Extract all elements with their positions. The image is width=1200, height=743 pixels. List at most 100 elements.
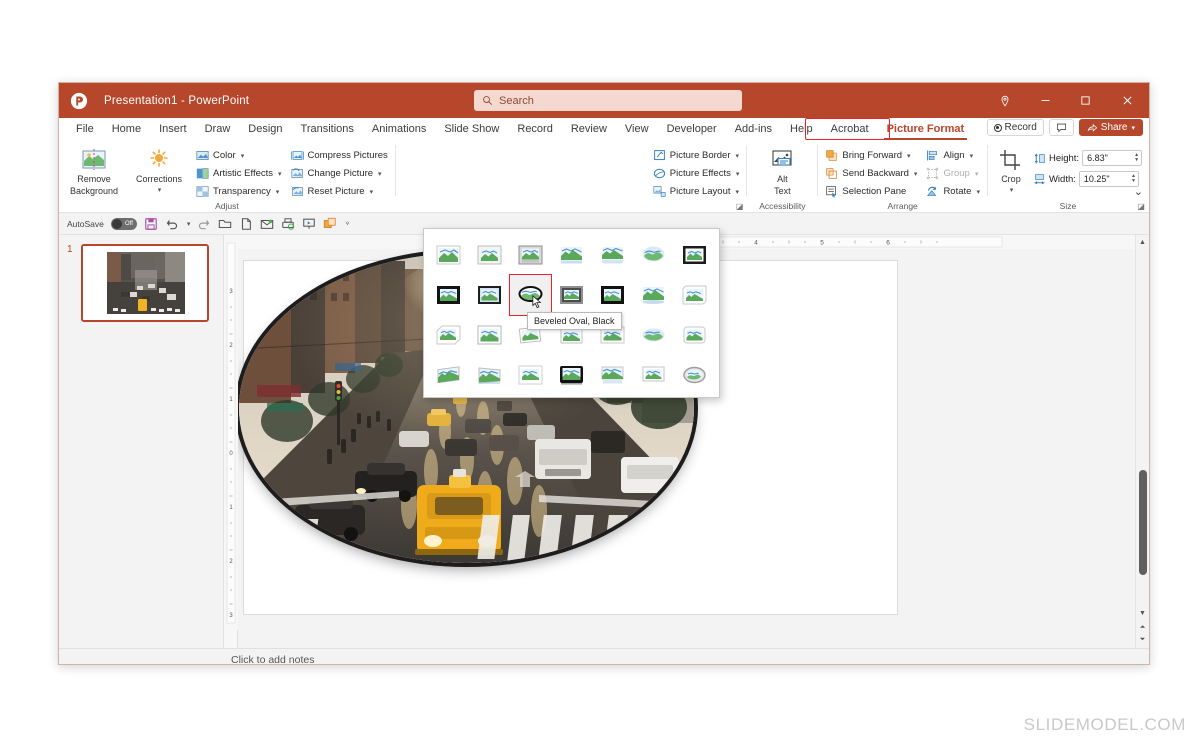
artistic-effects-button[interactable]: Artistic Effects ▾ (193, 165, 285, 182)
style-snip-diagonal-corner-white[interactable] (428, 315, 469, 355)
close-button[interactable] (1105, 83, 1149, 118)
location-pin-icon[interactable] (985, 83, 1025, 118)
share-button[interactable]: Share ▾ (1078, 119, 1143, 136)
tab-file[interactable]: File (67, 118, 103, 141)
undo-icon[interactable] (165, 217, 179, 231)
style-soft-edge-oval[interactable] (633, 235, 674, 275)
style-relaxed-perspective-white[interactable] (469, 355, 510, 395)
style-moderate-frame-black[interactable] (592, 275, 633, 315)
crop-button[interactable]: Crop ▾ (992, 145, 1030, 196)
customize-qat-icon[interactable]: ⩒ (345, 220, 349, 228)
new-icon[interactable] (239, 217, 253, 231)
align-button[interactable]: Align ▾ (923, 147, 983, 164)
remove-background-button[interactable]: Remove Background (63, 145, 125, 196)
style-center-shadow-rectangle[interactable] (633, 275, 674, 315)
tab-record[interactable]: Record (508, 118, 561, 141)
width-spinner[interactable]: ▲ ▼ (1131, 174, 1136, 184)
transparency-button[interactable]: Transparency ▾ (193, 183, 285, 200)
email-icon[interactable] (260, 217, 274, 231)
picture-styles-gallery[interactable]: Beveled Oval, Black (423, 228, 720, 398)
slide-thumbnail-1[interactable] (81, 244, 209, 322)
height-spinner[interactable]: ▲ ▼ (1134, 153, 1139, 163)
style-rotated-white[interactable] (674, 315, 715, 355)
notes-pane[interactable]: Click to add notes (59, 648, 1149, 664)
tab-view[interactable]: View (616, 118, 658, 141)
style-soft-edge-oval-2[interactable] (633, 315, 674, 355)
corrections-button[interactable]: Corrections ▾ (128, 145, 190, 196)
style-rounded-diagonal-corner-white[interactable] (674, 275, 715, 315)
picture-border-button[interactable]: Picture Border ▾ (650, 147, 743, 164)
tab-review[interactable]: Review (562, 118, 616, 141)
style-drop-shadow-rectangle[interactable] (551, 235, 592, 275)
tab-slide-show[interactable]: Slide Show (435, 118, 508, 141)
start-slideshow-icon[interactable] (302, 217, 316, 231)
style-bevel-rectangle[interactable] (428, 275, 469, 315)
save-icon[interactable] (144, 217, 158, 231)
minimize-button[interactable] (1025, 83, 1065, 118)
style-perspective-shadow-white[interactable] (674, 235, 715, 275)
maximize-button[interactable] (1065, 83, 1105, 118)
tab-home[interactable]: Home (103, 118, 150, 141)
next-slide-icon[interactable]: ⏷ (1140, 635, 1146, 644)
style-metal-oval[interactable] (674, 355, 715, 395)
tab-add-ins[interactable]: Add-ins (726, 118, 781, 141)
chevron-down-icon[interactable]: ▾ (187, 220, 191, 228)
duplicate-icon[interactable] (323, 217, 337, 231)
scrollbar-thumb[interactable] (1139, 470, 1147, 575)
style-beveled-oval-black[interactable] (509, 274, 552, 316)
style-bevel-perspective[interactable] (469, 275, 510, 315)
rotate-button[interactable]: Rotate ▾ (923, 183, 983, 200)
tab-transitions[interactable]: Transitions (292, 118, 363, 141)
tab-help[interactable]: Help (781, 118, 822, 141)
previous-slide-icon[interactable]: ⏶ (1140, 623, 1146, 632)
style-compound-frame-black[interactable] (551, 275, 592, 315)
picture-styles-dialog-launcher[interactable]: ◪ (736, 202, 744, 211)
group-button[interactable]: Group ▾ (923, 165, 983, 182)
style-reflected-rounded-rectangle[interactable] (592, 235, 633, 275)
picture-layout-button[interactable]: Picture Layout ▾ (650, 183, 743, 200)
style-perspective-shadow-white-2[interactable] (428, 355, 469, 395)
tab-design[interactable]: Design (239, 118, 291, 141)
width-input[interactable]: 10.25" ▲ ▼ (1078, 171, 1139, 187)
selection-pane-label: Selection Pane (842, 186, 907, 197)
style-moderate-frame-white[interactable] (510, 355, 551, 395)
tab-acrobat[interactable]: Acrobat (822, 118, 878, 141)
size-dialog-launcher[interactable]: ◪ (1137, 202, 1145, 211)
scroll-up-arrow-icon[interactable]: ▲ (1139, 238, 1146, 247)
vertical-scrollbar[interactable]: ▲ ▼ ⏶ ⏷ (1135, 235, 1149, 648)
tab-draw[interactable]: Draw (196, 118, 240, 141)
compress-pictures-button[interactable]: Compress Pictures (288, 147, 391, 164)
powerpoint-logo-icon (68, 90, 90, 112)
open-icon[interactable] (218, 217, 232, 231)
reset-picture-button[interactable]: Reset Picture ▾ (288, 183, 391, 200)
scroll-down-arrow-icon[interactable]: ▼ (1139, 609, 1146, 618)
alt-text-button[interactable]: Alt Text (751, 145, 813, 196)
print-icon[interactable] (281, 217, 295, 231)
autosave-toggle[interactable]: Off (110, 217, 137, 230)
style-beveled-matte-white[interactable] (469, 235, 510, 275)
style-metal-frame[interactable] (510, 235, 551, 275)
comments-button[interactable] (1048, 119, 1074, 136)
redo-icon[interactable] (197, 217, 211, 231)
search-input[interactable]: Search (474, 90, 742, 111)
style-simple-frame-black[interactable] (469, 315, 510, 355)
send-backward-button[interactable]: Send Backward ▾ (822, 165, 920, 182)
style-simple-frame-white[interactable] (428, 235, 469, 275)
bring-forward-button[interactable]: Bring Forward ▾ (822, 147, 920, 164)
color-button[interactable]: Color ▾ (193, 147, 285, 164)
style-thick-matte-black-2[interactable] (551, 355, 592, 395)
height-input[interactable]: 6.83" ▲ ▼ (1082, 150, 1143, 166)
collapse-ribbon-button[interactable]: ⌄ (1134, 185, 1143, 198)
tab-insert[interactable]: Insert (150, 118, 196, 141)
change-picture-button[interactable]: Change Picture ▾ (288, 165, 391, 182)
picture-effects-button[interactable]: Picture Effects ▾ (650, 165, 743, 182)
tab-developer[interactable]: Developer (658, 118, 726, 141)
style-reflected-bevel-black[interactable] (633, 355, 674, 395)
record-button[interactable]: Record (986, 119, 1044, 136)
tab-animations[interactable]: Animations (363, 118, 435, 141)
artistic-effects-label: Artistic Effects (213, 168, 274, 179)
selection-pane-button[interactable]: Selection Pane (822, 183, 920, 200)
tab-picture-format[interactable]: Picture Format (878, 118, 974, 141)
style-reflected-perspective-right[interactable] (592, 355, 633, 395)
adjust-small-column-2: Compress Pictures Change Picture ▾ Reset… (288, 145, 391, 200)
